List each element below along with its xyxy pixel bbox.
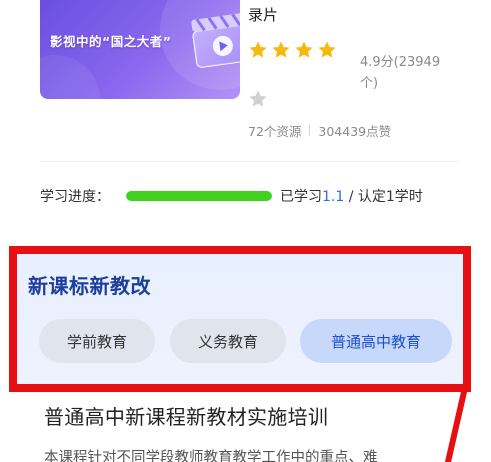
progress-value: 1.1 [322, 189, 345, 205]
course-cover-image[interactable]: 影视中的“国之大者” [40, 0, 240, 99]
progress-bar-fill [126, 191, 272, 201]
page: 影视中的“国之大者” 录片 4.9分(23949个) 72个资源 304439点… [0, 0, 491, 462]
like-count: 304439点赞 [318, 124, 392, 139]
star-rating [248, 40, 337, 60]
section-divider [40, 161, 458, 162]
progress-prefix: 已学习 [280, 189, 322, 205]
progress-text: 已学习1.1 / 认定1学时 [280, 186, 423, 206]
cover-title-text: 影视中的“国之大者” [50, 34, 172, 49]
rating-text: 4.9分(23949个) [360, 55, 441, 91]
star-filled-icon [249, 41, 267, 58]
stats-divider [309, 125, 311, 136]
progress-suffix: / 认定1学时 [344, 189, 423, 205]
cover-decoration [40, 55, 100, 99]
film-clapper-icon [191, 12, 240, 68]
resource-count: 72个资源 [248, 124, 302, 139]
progress-bar [126, 191, 272, 201]
star-filled-icon [295, 41, 313, 58]
progress-label: 学习进度： [40, 189, 110, 205]
tab-high-school-education[interactable]: 普通高中教育 [300, 319, 452, 363]
training-description: 本课程针对不同学段教师教育教学工作中的重点、难 [44, 450, 378, 462]
learning-progress: 学习进度： 已学习1.1 / 认定1学时 [40, 185, 470, 207]
section-title: 新课标新教改 [28, 274, 151, 298]
course-stats: 72个资源 304439点赞 [248, 121, 391, 140]
tab-compulsory-education[interactable]: 义务教育 [170, 319, 286, 363]
training-title[interactable]: 普通高中新课程新教材实施培训 [44, 401, 328, 430]
star-empty-icon [249, 90, 267, 107]
tab-preschool-education[interactable]: 学前教育 [39, 319, 155, 363]
star-filled-icon [318, 41, 336, 58]
course-title[interactable]: 录片 [248, 4, 278, 25]
star-filled-icon [272, 41, 290, 58]
